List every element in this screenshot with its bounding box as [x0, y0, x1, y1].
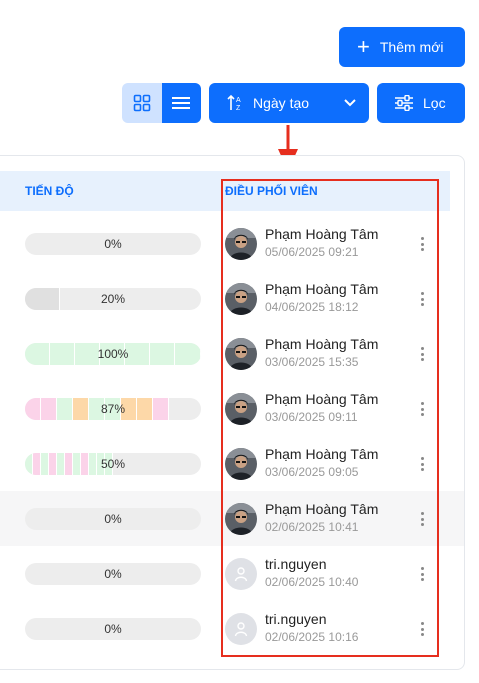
- progress-label: 0%: [104, 622, 122, 636]
- annotation-highlight-box: [221, 179, 439, 657]
- progress-label: 87%: [100, 402, 126, 416]
- filter-label: Lọc: [423, 95, 446, 111]
- progress-bar: 50%: [25, 453, 201, 475]
- grid-view-button[interactable]: [122, 83, 162, 123]
- sort-az-icon: A Z: [227, 94, 241, 112]
- progress-bar: 20%: [25, 288, 201, 310]
- view-toggle: [122, 83, 201, 123]
- chevron-down-icon: [344, 99, 356, 107]
- progress-bar: 0%: [25, 563, 201, 585]
- progress-bar: 87%: [25, 398, 201, 420]
- progress-label: 0%: [104, 512, 122, 526]
- progress-label: 0%: [104, 237, 122, 251]
- progress-label: 100%: [97, 347, 129, 361]
- progress-column-header: TIẾN ĐỘ: [25, 184, 74, 198]
- svg-text:Z: Z: [236, 105, 241, 112]
- filter-button[interactable]: Lọc: [377, 83, 465, 123]
- add-new-label: Thêm mới: [379, 39, 444, 55]
- progress-bar: 0%: [25, 618, 201, 640]
- svg-text:A: A: [236, 97, 241, 104]
- progress-label: 50%: [100, 457, 126, 471]
- sliders-icon: [395, 95, 413, 111]
- progress-bar: 100%: [25, 343, 201, 365]
- list-view-button[interactable]: [161, 83, 201, 123]
- list-icon: [172, 97, 191, 109]
- grid-icon: [133, 94, 151, 112]
- progress-label: 0%: [104, 567, 122, 581]
- sort-dropdown[interactable]: A Z Ngày tạo: [209, 83, 369, 123]
- sort-label: Ngày tạo: [253, 95, 310, 111]
- add-new-button[interactable]: + Thêm mới: [339, 27, 465, 67]
- progress-label: 20%: [100, 292, 126, 306]
- progress-bar: 0%: [25, 233, 201, 255]
- progress-bar: 0%: [25, 508, 201, 530]
- plus-icon: +: [357, 34, 370, 59]
